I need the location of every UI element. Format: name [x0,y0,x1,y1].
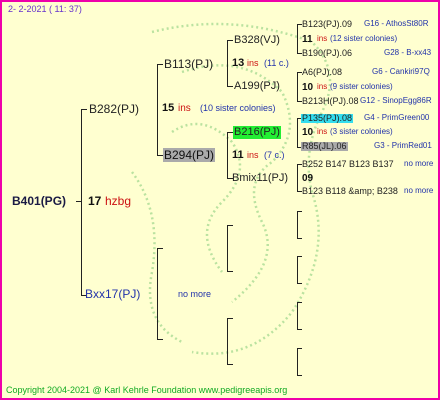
sire-number: 15 [162,102,175,114]
gen2-a-count: (11 c.) [264,58,289,68]
gen4-c-ins: ins [317,127,328,136]
gen3-bee-b1[interactable]: B216(PJ) [233,126,281,139]
connector-line [227,364,233,365]
gen4-mix-no-more-1: no more [404,159,434,168]
gen2-b-count: (7 c.) [264,150,285,160]
gen4-mix-line-2: B123 B118 &amp; B238 [302,186,398,196]
connector-line [297,375,302,376]
gen4-bee-5[interactable]: P135(PJ).08 [301,114,354,123]
gen3-bee-a1[interactable]: B328(VJ) [234,35,280,46]
gen2-a-number: 13 [232,57,245,69]
copyright-footer: Copyright 2004-2021 @ Karl Kehrle Founda… [6,385,288,395]
connector-line [227,40,228,87]
gen4-bee-1[interactable]: B123(PJ).09 [302,20,352,29]
connector-line [297,348,298,376]
gen4-a-ins: ins [317,34,328,43]
root-number: 17 [88,194,102,208]
connector-line [227,86,233,87]
gen2-b-ins: ins [247,150,259,160]
gen4-b-ins: ins [317,82,328,91]
connector-line [157,64,163,65]
gen4-c-number: 10 [302,127,314,138]
dam-no-more: no more [178,289,212,299]
connector-line [227,40,233,41]
connector-line [297,302,302,303]
connector-line [297,164,298,192]
pedigree-frame: 2- 2-2021 ( 11: 37) Copyright 2004-2021 … [0,0,440,400]
connector-line [157,248,158,340]
gen4-tag-3: G6 - Cankiri97Q [372,67,430,76]
connector-line [227,318,228,365]
gen2-bee-b[interactable]: B294(PJ) [163,148,216,162]
connector-line [227,132,228,179]
gen4-b-number: 10 [302,82,314,93]
root-bee[interactable]: B401(PG) [12,195,66,207]
dam-bee[interactable]: Bxx17(PJ) [85,288,140,300]
connector-line [227,225,228,272]
gen3-bee-a2[interactable]: A199(PJ) [234,81,280,92]
connector-line [297,348,302,349]
gen4-mix-line-1: B252 B147 B123 B137 [302,159,394,169]
connector-line [297,24,298,54]
gen4-d-number: 09 [302,173,314,184]
connector-line [297,283,302,284]
gen4-bee-6[interactable]: R85(JL).06 [301,142,348,151]
connector-line [76,201,81,202]
gen4-a-colonies: (12 sister colonies) [330,34,398,43]
connector-line [297,238,302,239]
connector-line [297,118,298,148]
connector-line [157,64,158,156]
gen2-b-number: 11 [232,149,244,161]
gen2-bee-a[interactable]: B113(PJ) [164,58,213,70]
connector-line [227,318,233,319]
gen4-tag-1: G16 - AthosSt80R [364,19,429,28]
connector-line [297,302,298,330]
date-label: 2- 2-2021 ( 11: 37) [8,4,82,14]
gen4-bee-2[interactable]: B190(PJ).06 [302,49,352,58]
connector-line [227,225,233,226]
connector-line [297,72,298,102]
connector-line [297,211,298,239]
gen2-a-ins: ins [247,58,259,68]
gen3-bee-b2[interactable]: Bmix11(PJ) [232,173,288,184]
connector-line [297,211,302,212]
connector-line [297,256,302,257]
gen4-tag-2: G28 - B-xx43 [384,48,432,57]
connector-line [81,109,82,296]
gen4-b-colonies: (9 sister colonies) [330,82,393,91]
gen4-tag-5: G4 - PrimGreen00 [364,113,430,122]
root-code: hzbg [105,194,132,208]
gen4-tag-6: G3 - PrimRed01 [374,141,432,150]
gen4-a-number: 11 [302,34,313,45]
gen4-mix-no-more-2: no more [404,186,434,195]
sire-colonies: (10 sister colonies) [200,103,276,113]
connector-line [227,271,233,272]
connector-line [297,256,298,284]
connector-line [157,339,163,340]
connector-line [157,248,163,249]
gen4-bee-4[interactable]: B213H(PJ).08 [302,97,359,106]
gen4-c-colonies: (3 sister colonies) [330,127,393,136]
gen4-bee-3[interactable]: A6(PJ).08 [302,68,342,77]
gen4-tag-4: G12 - SinopEgg86R [360,96,432,105]
sire-ins: ins [178,103,191,114]
connector-line [81,109,87,110]
connector-line [297,329,302,330]
sire-bee[interactable]: B282(PJ) [89,103,139,115]
